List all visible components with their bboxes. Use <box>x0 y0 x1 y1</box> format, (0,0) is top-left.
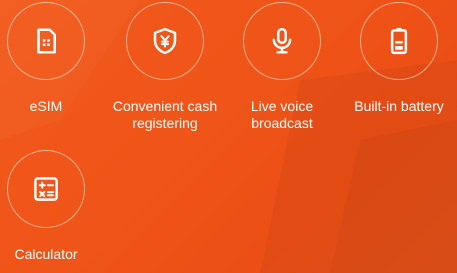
feature-label: Calculator <box>14 246 78 262</box>
feature-esim: eSIM <box>0 2 101 115</box>
feature-calculator: Calculator <box>0 150 101 263</box>
calculator-icon <box>7 150 85 228</box>
yuan-shield-icon <box>126 2 204 80</box>
feature-label: eSIM <box>29 98 63 114</box>
feature-voice-broadcast: Live voice broadcast <box>227 2 337 132</box>
feature-label: Built-in battery <box>354 98 444 114</box>
feature-label: Convenient cash registering <box>112 98 218 131</box>
feature-battery: Built-in battery <box>344 2 454 115</box>
microphone-icon <box>243 2 321 80</box>
battery-icon <box>360 2 438 80</box>
feature-cash-registering: Convenient cash registering <box>110 2 220 132</box>
sim-card-icon <box>7 2 85 80</box>
feature-label: Live voice broadcast <box>250 98 314 131</box>
